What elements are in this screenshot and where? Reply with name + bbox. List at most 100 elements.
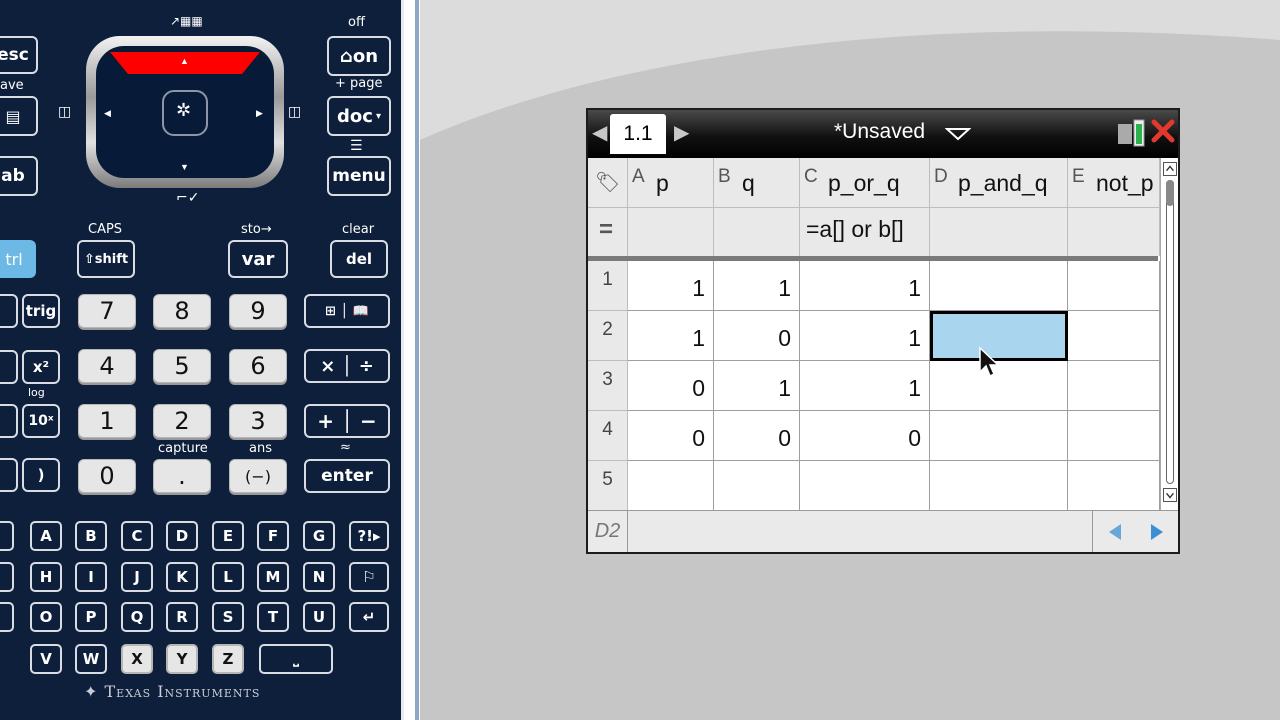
letter-key[interactable]: R [166,602,198,632]
table-cell[interactable] [1068,261,1160,311]
table-cell[interactable]: 0 [714,311,800,361]
square-key[interactable]: x² [22,350,60,384]
table-cell[interactable] [1068,411,1160,461]
equals-key[interactable] [0,294,18,328]
document-title[interactable]: *Unsaved [834,120,925,144]
letter-key[interactable]: V [30,644,62,674]
column-c-header[interactable]: C p_or_q [800,158,930,208]
key-3[interactable]: 3 [229,404,287,438]
previous-page-icon[interactable]: ◀ [592,120,607,145]
column-e-header[interactable]: E not_p [1068,158,1160,208]
letter-key[interactable]: Q [121,602,153,632]
column-d-header[interactable]: D p_and_q [930,158,1068,208]
tab-key[interactable]: ab [0,156,38,196]
letter-key[interactable]: Y [166,644,198,674]
letter-key[interactable]: K [166,562,198,592]
doc-key[interactable]: doc ▾ [327,96,391,136]
letter-key[interactable]: J [121,562,153,592]
table-cell[interactable]: 1 [800,261,930,311]
tag-corner[interactable]: 🏷 [588,158,628,208]
decimal-key[interactable]: . [153,459,211,493]
table-cell[interactable] [930,461,1068,511]
touchpad[interactable]: ▲ ◀ ▶ ▼ ✲ [86,36,284,188]
shift-key[interactable]: ⇧ shift [77,240,135,278]
scroll-thumb[interactable] [1166,180,1174,206]
column-a-header[interactable]: A p [628,158,714,208]
key-6[interactable]: 6 [229,349,287,383]
letter-key[interactable]: E [212,521,244,551]
scroll-up-icon[interactable] [1163,162,1177,176]
next-page-icon[interactable]: ▶ [674,120,689,145]
table-cell[interactable] [628,461,714,511]
table-cell[interactable]: 0 [628,411,714,461]
trig-key[interactable]: trig [22,294,60,328]
key-4[interactable]: 4 [78,349,136,383]
letter-key[interactable]: N [303,562,335,592]
ten-power-key[interactable]: 10ˣ [22,404,60,438]
letter-key[interactable]: ⚐ [349,562,389,592]
letter-key[interactable]: T [257,602,289,632]
letter-key[interactable]: X [121,644,153,674]
table-cell[interactable] [930,261,1068,311]
table-cell[interactable] [930,411,1068,461]
touchpad-center-button[interactable]: ✲ [162,90,208,136]
formula-cell-d[interactable] [930,208,1068,256]
scroll-down-icon[interactable] [1163,488,1177,502]
letter-key[interactable]: P [75,602,107,632]
space-key[interactable]: ⎵ [259,644,333,674]
table-cell[interactable]: 1 [800,311,930,361]
formula-cell-b[interactable] [714,208,800,256]
entry-previous-icon[interactable] [1107,522,1123,542]
key-1[interactable]: 1 [78,404,136,438]
table-cell[interactable]: 0 [628,361,714,411]
key-9[interactable]: 9 [229,294,287,328]
caret-key[interactable] [0,350,18,384]
formula-cell-a[interactable] [628,208,714,256]
letter-key[interactable]: ↵ [349,602,389,632]
scratchpad-key[interactable]: ▤ [0,96,38,136]
key-7[interactable]: 7 [78,294,136,328]
row-number[interactable]: 4 [588,411,628,461]
ctrl-key[interactable]: trl [0,240,36,278]
table-cell[interactable]: 1 [714,261,800,311]
rparen-key[interactable]: ) [22,458,60,492]
formula-cell-c[interactable]: =a[] or b[] [800,208,930,256]
letter-key[interactable]: D [166,521,198,551]
key-2[interactable]: 2 [153,404,211,438]
table-cell[interactable]: 1 [628,261,714,311]
key-0[interactable]: 0 [78,459,136,493]
table-cell[interactable]: 1 [628,311,714,361]
table-cell[interactable] [1068,311,1160,361]
table-cell[interactable]: 0 [800,411,930,461]
times-divide-key[interactable]: × │ ÷ [304,349,390,383]
letter-key[interactable]: G [303,521,335,551]
table-cell[interactable]: 0 [714,411,800,461]
letter-key[interactable]: U [303,602,335,632]
letter-key[interactable]: Z [212,644,244,674]
on-key[interactable]: ⌂ on [327,36,391,76]
table-cell[interactable] [800,461,930,511]
menu-key[interactable]: menu [327,156,391,196]
del-key[interactable]: del [330,240,388,278]
letter-key[interactable]: C [121,521,153,551]
letter-edge-1[interactable] [0,521,14,551]
formula-cell-e[interactable] [1068,208,1160,256]
column-b-header[interactable]: B q [714,158,800,208]
table-cell[interactable] [714,461,800,511]
lparen-key[interactable] [0,458,18,492]
table-cell[interactable] [1068,461,1160,511]
letter-key[interactable]: W [75,644,107,674]
touchpad-surface[interactable]: ▲ ◀ ▶ ▼ ✲ [96,46,274,178]
enter-key[interactable]: enter [304,459,390,493]
table-cell[interactable] [1068,361,1160,411]
entry-line[interactable]: D2 [588,510,1178,552]
var-key[interactable]: var [228,240,288,278]
letter-key[interactable]: L [212,562,244,592]
document-menu-caret-icon[interactable] [945,127,971,141]
letter-key[interactable]: M [257,562,289,592]
letter-key[interactable]: O [30,602,62,632]
letter-key[interactable]: S [212,602,244,632]
vertical-scrollbar[interactable] [1160,158,1178,510]
scroll-track[interactable] [1166,180,1174,484]
letter-key[interactable]: I [75,562,107,592]
